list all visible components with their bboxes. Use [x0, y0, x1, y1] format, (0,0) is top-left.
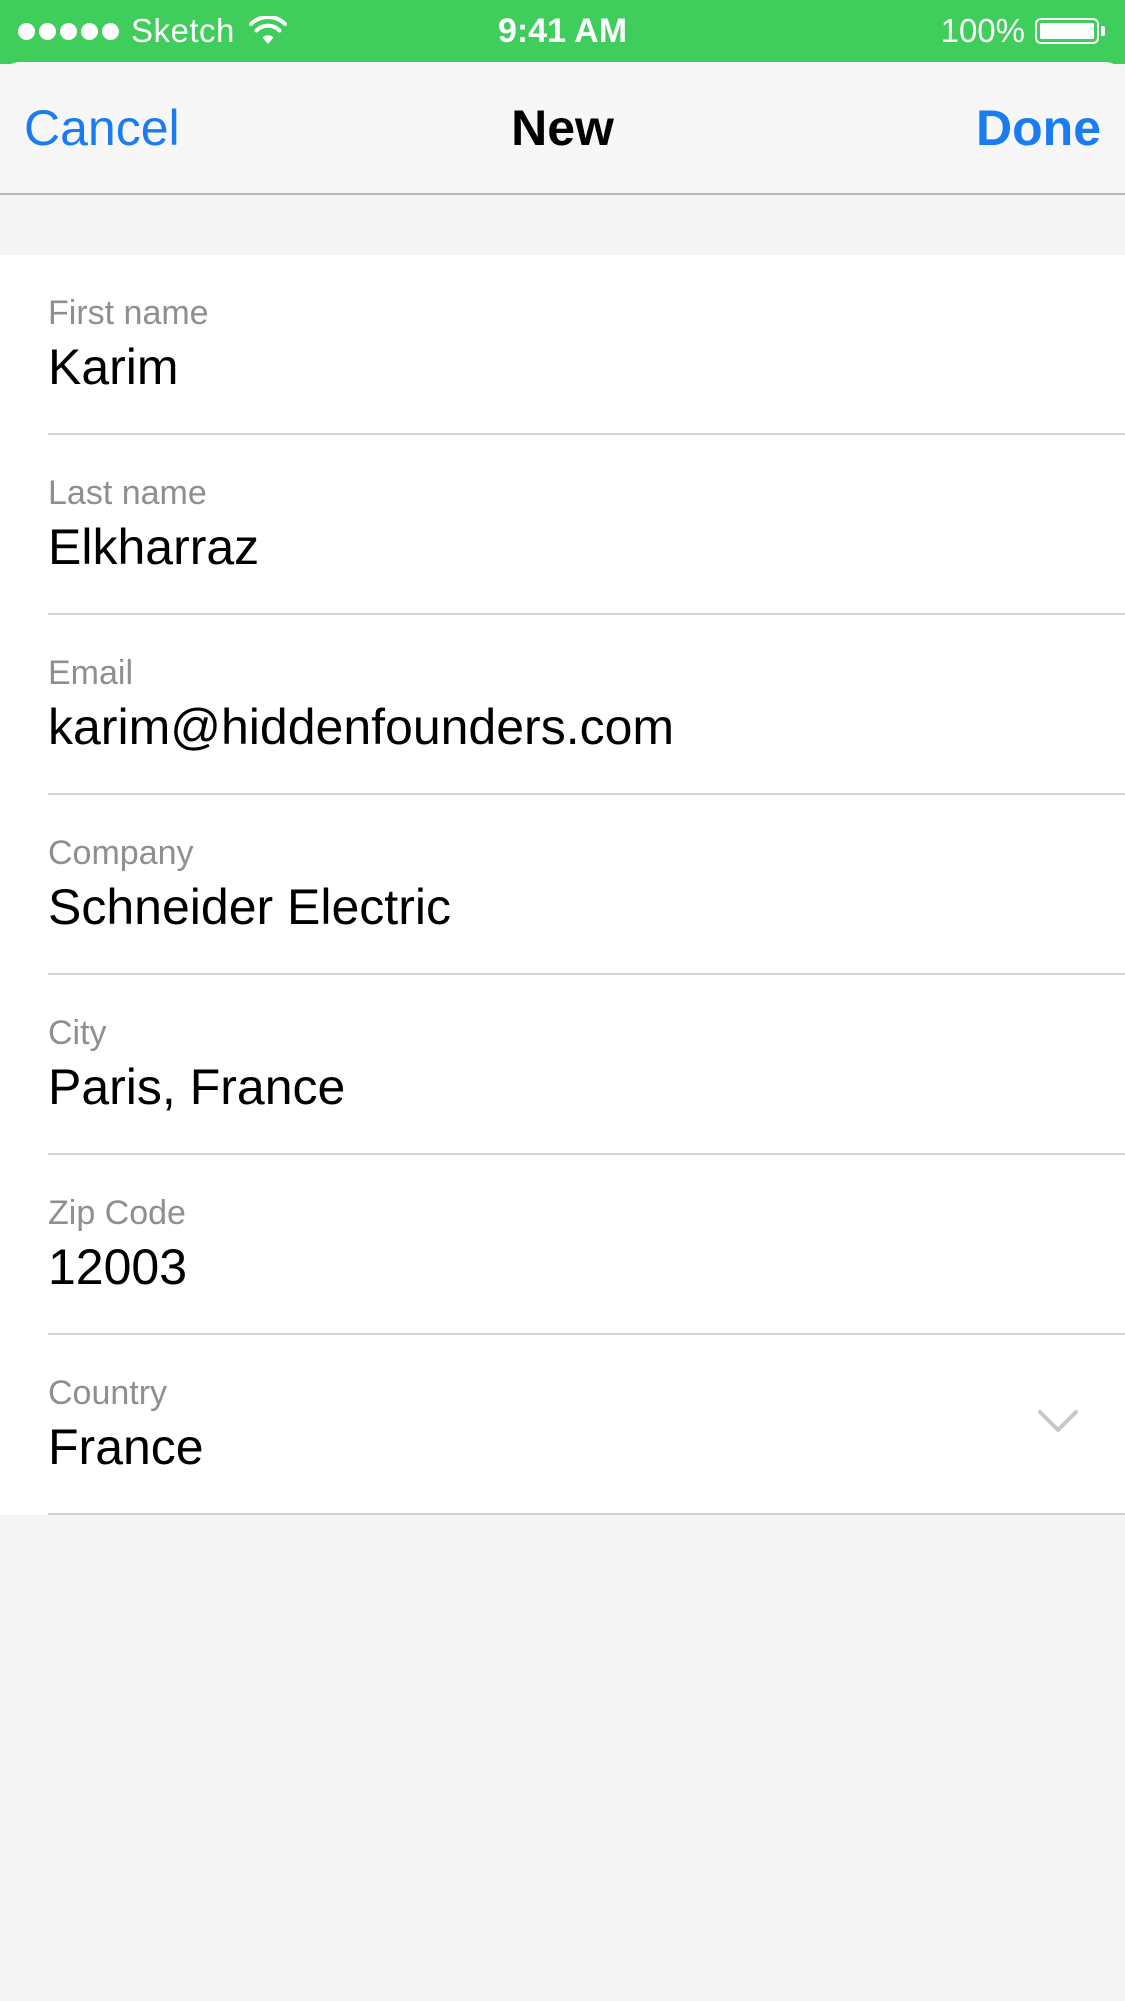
battery-fill [1040, 23, 1094, 39]
status-right: 100% [941, 10, 1105, 52]
company-input[interactable]: Schneider Electric [48, 877, 1048, 937]
zip-code-label: Zip Code [48, 1194, 186, 1232]
last-name-input[interactable]: Elkharraz [48, 517, 1048, 577]
country-field[interactable]: Country France [48, 1335, 1125, 1515]
city-input[interactable]: Paris, France [48, 1057, 1048, 1117]
navigation-bar: Cancel New Done [0, 62, 1125, 195]
country-select[interactable]: France [48, 1417, 1048, 1477]
first-name-field[interactable]: First name Karim [48, 255, 1125, 435]
zip-code-field[interactable]: Zip Code 12003 [48, 1155, 1125, 1335]
first-name-label: First name [48, 294, 209, 332]
last-name-field[interactable]: Last name Elkharraz [48, 435, 1125, 615]
first-name-input[interactable]: Karim [48, 337, 1048, 397]
battery-percentage: 100% [940, 12, 1025, 49]
country-label: Country [48, 1374, 168, 1412]
city-field[interactable]: City Paris, France [48, 975, 1125, 1155]
form-sheet: Cancel New Done First name Karim Last na… [0, 62, 1125, 2001]
email-field[interactable]: Email karim@hiddenfounders.com [48, 615, 1125, 795]
last-name-label: Last name [48, 474, 207, 512]
email-input[interactable]: karim@hiddenfounders.com [48, 697, 1048, 757]
contact-form: First name Karim Last name Elkharraz Ema… [0, 255, 1125, 1515]
status-bar: Sketch 9:41 AM 100% [0, 0, 1125, 64]
company-label: Company [48, 834, 194, 872]
page-title: New [511, 100, 614, 156]
city-label: City [48, 1014, 107, 1052]
chevron-down-icon[interactable] [1037, 1407, 1079, 1435]
battery-icon [1035, 18, 1099, 44]
battery-tip [1101, 26, 1105, 36]
done-button[interactable]: Done [976, 100, 1101, 156]
company-field[interactable]: Company Schneider Electric [48, 795, 1125, 975]
email-label: Email [48, 654, 134, 692]
zip-code-input[interactable]: 12003 [48, 1237, 1048, 1297]
